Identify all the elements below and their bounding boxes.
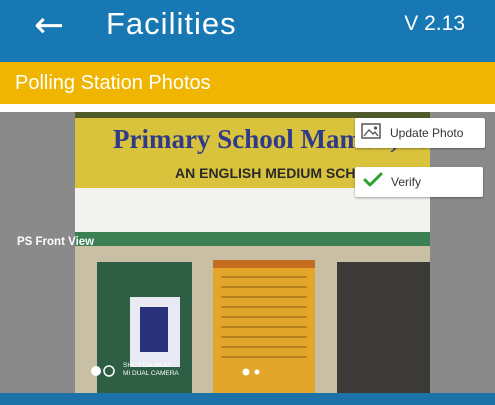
page-title: Facilities xyxy=(106,6,237,41)
polling-station-photo[interactable]: Primary School Mamon,Kasran AN ENGLISH M… xyxy=(75,112,430,393)
bottom-bar xyxy=(0,393,495,405)
update-photo-label: Update Photo xyxy=(390,126,464,140)
verify-label: Verify xyxy=(391,175,422,189)
divider xyxy=(0,104,495,112)
image-icon xyxy=(361,122,383,144)
section-header: Polling Station Photos xyxy=(0,62,495,104)
school-building-image: Primary School Mamon,Kasran AN ENGLISH M… xyxy=(75,112,430,393)
checkmark-icon xyxy=(363,172,385,193)
back-arrow-icon[interactable]: ← xyxy=(34,6,64,46)
verify-button[interactable]: Verify xyxy=(355,167,483,197)
photo-viewer: Primary School Mamon,Kasran AN ENGLISH M… xyxy=(0,112,495,393)
app-bar: ← Facilities V 2.13 xyxy=(0,0,495,62)
update-photo-button[interactable]: Update Photo xyxy=(355,118,485,148)
camera-watermark: SHOT ON MI A2 MI DUAL CAMERA xyxy=(123,362,179,378)
section-title: Polling Station Photos xyxy=(15,72,211,94)
photo-label: PS Front View xyxy=(17,236,95,248)
app-version: V 2.13 xyxy=(404,12,465,35)
watermark-line-2: MI DUAL CAMERA xyxy=(123,370,179,377)
watermark-line-1: SHOT ON MI A2 xyxy=(123,362,171,369)
